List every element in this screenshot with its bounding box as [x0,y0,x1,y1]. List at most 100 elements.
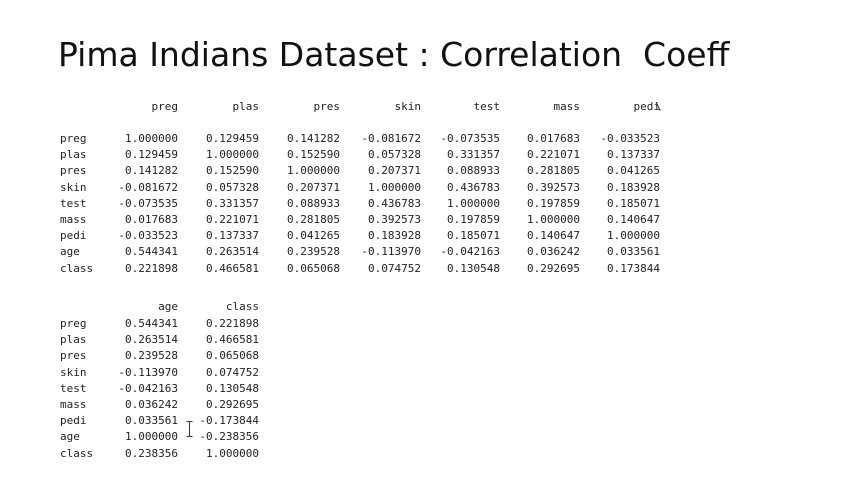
table-cell: 0.173844 [607,261,660,275]
table-cell: 0.140647 [607,213,660,226]
table-cell: 0.074752 [368,261,421,275]
table-cell: 0.152590 [206,164,259,178]
table-cell: 0.033561 [607,245,660,259]
table-cell: 0.544341 [125,245,178,259]
table-cell: -0.042163 [118,381,178,395]
row-label: pedi [60,414,87,428]
table-cell: 1.000000 [206,148,259,162]
table-cell: 1.000000 [607,229,660,243]
table-cell: 1.000000 [206,446,259,460]
column-header: age [158,300,178,313]
table-cell: -0.073535 [118,196,178,210]
table-cell: -0.033523 [600,132,660,145]
table-cell: 0.436783 [368,196,421,210]
table-cell: -0.113970 [118,365,178,379]
table-cell: 0.197859 [527,196,580,210]
table-cell: 0.331357 [447,148,500,162]
table-cell: -0.033523 [118,229,178,243]
table-cell: -0.081672 [118,180,178,194]
row-label: plas [60,148,87,162]
row-label: preg [60,132,87,145]
table-cell: 0.041265 [607,164,660,178]
table-cell: 0.263514 [125,333,178,347]
row-label: preg [60,317,87,330]
table-cell: 0.129459 [206,132,259,145]
table-cell: 0.221071 [206,213,259,226]
row-label: pres [60,164,87,178]
table-cell: 0.017683 [527,132,580,145]
table-cell: 0.263514 [206,245,259,259]
table-cell: 0.238356 [125,446,178,460]
table-cell: 0.183928 [368,229,421,243]
row-label: mass [60,398,87,411]
column-header: plas [232,100,260,113]
continuation-marker: \ [655,100,662,113]
table-cell: 0.207371 [368,164,421,178]
table-cell: 0.033561 [125,414,178,428]
table-cell: 0.392573 [527,180,580,194]
slide-title: Pima Indians Dataset : Correlation Coeff [58,35,730,74]
table-cell: 0.036242 [125,398,178,411]
table-cell: 0.281805 [287,213,340,226]
row-label: class [60,446,94,460]
table-cell: 0.281805 [527,164,580,178]
column-header: pres [313,100,341,113]
row-label: pedi [60,229,87,243]
table-cell: 0.036242 [527,245,580,259]
row-label: skin [60,180,87,194]
table-cell: 0.466581 [206,333,259,347]
table-cell: 0.041265 [287,229,340,243]
table-cell: 1.000000 [287,164,340,178]
table-cell: 0.141282 [125,164,178,178]
table-cell: -0.073535 [440,132,500,145]
column-header: test [473,100,501,113]
table-cell: 0.292695 [527,261,580,275]
row-label: skin [60,365,87,379]
column-header: pedi [633,100,661,113]
table-cell: 0.292695 [206,398,259,411]
table-cell: 0.152590 [287,148,340,162]
table-cell: 0.137337 [206,229,259,243]
table-cell: 0.544341 [125,317,178,330]
table-cell: 0.185071 [447,229,500,243]
table-cell: 1.000000 [125,132,178,145]
column-header: class [225,300,259,313]
table-cell: 0.088933 [287,196,340,210]
table-cell: 0.239528 [125,349,178,363]
table-cell: 0.129459 [125,148,178,162]
table-cell: 0.185071 [607,196,660,210]
table-cell: 0.130548 [447,261,500,275]
table-cell: 0.436783 [447,180,500,194]
table-cell: 0.331357 [206,196,259,210]
table-cell: 0.392573 [368,213,421,226]
table-cell: 0.221898 [206,317,259,330]
table-cell: 0.207371 [287,180,340,194]
table-cell: 0.057328 [368,148,421,162]
table-cell: -0.081672 [361,132,421,145]
table-cell: 0.239528 [287,245,340,259]
table-cell: 0.088933 [447,164,500,178]
table-cell: 0.197859 [447,213,500,226]
table-cell: 0.074752 [206,365,259,379]
row-label: test [60,196,87,210]
row-label: age [60,430,80,444]
table-cell: 1.000000 [527,213,580,226]
row-label: class [60,261,94,275]
row-label: plas [60,333,87,347]
column-header: skin [394,100,422,113]
table-cell: 0.137337 [607,148,660,162]
table-cell: 0.130548 [206,381,259,395]
table-cell: 0.466581 [206,261,259,275]
table-cell: -0.042163 [440,245,500,259]
table-cell: 0.017683 [125,213,178,226]
table-cell: -0.113970 [361,245,421,259]
table-cell: 0.065068 [206,349,259,363]
table-cell: 0.140647 [527,229,580,243]
column-header: preg [151,100,179,113]
column-header: mass [553,100,581,113]
table-cell: 0.141282 [287,132,340,145]
table-cell: 0.221071 [527,148,580,162]
table-cell: 1.000000 [368,180,421,194]
table-cell: 0.065068 [287,261,340,275]
row-label: test [60,381,87,395]
